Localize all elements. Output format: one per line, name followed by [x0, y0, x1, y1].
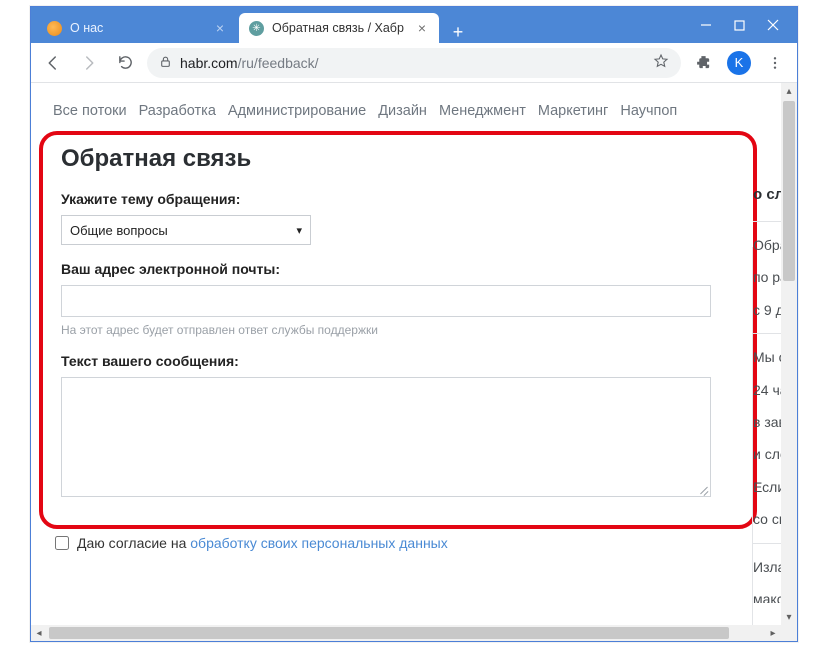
sidebar-line: с 9 д — [753, 299, 781, 321]
reload-button[interactable] — [111, 49, 139, 77]
url-box[interactable]: habr.com/ru/feedback/ — [147, 48, 681, 78]
scroll-corner — [781, 625, 797, 641]
nav-item[interactable]: Дизайн — [378, 103, 427, 119]
tab-label: О нас — [70, 21, 205, 35]
tab-label: Обратная связь / Хабр — [272, 21, 407, 35]
sidebar-line: макс — [753, 588, 781, 603]
sidebar-info: о сл Обра по ра с 9 д Мы о 24 ча в зав и… — [753, 183, 781, 603]
sidebar-line: 24 ча — [753, 379, 781, 401]
subject-select[interactable]: Общие вопросы ▾ — [61, 215, 311, 245]
horizontal-scrollbar[interactable]: ◂ ▸ — [31, 625, 781, 641]
extensions-button[interactable] — [689, 49, 717, 77]
tab-feedback[interactable]: ✳ Обратная связь / Хабр × — [239, 13, 439, 43]
email-label: Ваш адрес электронной почты: — [61, 261, 735, 277]
sidebar-line: Мы о — [753, 346, 781, 368]
nav-item[interactable]: Администрирование — [228, 103, 366, 119]
sidebar-line: со сп — [753, 508, 781, 530]
sidebar-line: в зав — [753, 411, 781, 433]
new-tab-button[interactable]: + — [445, 22, 471, 43]
consent-prefix: Даю согласие на — [77, 535, 190, 551]
sidebar-line: Изла — [753, 556, 781, 578]
forward-button[interactable] — [75, 49, 103, 77]
site-nav: Все потоки Разработка Администрирование … — [31, 83, 781, 131]
close-tab-icon[interactable]: × — [415, 21, 429, 35]
favicon-icon — [47, 21, 62, 36]
scroll-right-icon[interactable]: ▸ — [765, 625, 781, 641]
nav-item[interactable]: Разработка — [139, 103, 216, 119]
subject-label: Укажите тему обращения: — [61, 191, 735, 207]
close-window-button[interactable] — [767, 19, 779, 31]
bookmark-star-icon[interactable] — [653, 53, 669, 72]
scroll-left-icon[interactable]: ◂ — [31, 625, 47, 641]
vertical-scrollbar[interactable]: ▴ ▾ — [781, 83, 797, 625]
favicon-icon: ✳ — [249, 21, 264, 36]
page-title: Обратная связь — [61, 145, 735, 173]
page-content: Все потоки Разработка Администрирование … — [31, 83, 781, 625]
email-input[interactable] — [61, 285, 711, 317]
resize-handle-icon[interactable] — [698, 484, 708, 494]
lock-icon — [159, 55, 172, 71]
close-tab-icon[interactable]: × — [213, 21, 227, 35]
nav-item[interactable]: Менеджмент — [439, 103, 526, 119]
back-button[interactable] — [39, 49, 67, 77]
email-group: Ваш адрес электронной почты: На этот адр… — [61, 261, 735, 337]
sidebar-heading: о сл — [753, 183, 781, 207]
scroll-up-icon[interactable]: ▴ — [781, 83, 797, 99]
profile-button[interactable]: K — [725, 49, 753, 77]
browser-window: О нас × ✳ Обратная связь / Хабр × + — [30, 6, 798, 642]
scroll-thumb[interactable] — [49, 627, 729, 639]
browser-menu-button[interactable] — [761, 49, 789, 77]
message-textarea[interactable] — [61, 377, 711, 497]
subject-selected-value: Общие вопросы — [70, 223, 168, 238]
sidebar-line: Обра — [753, 234, 781, 256]
avatar: K — [727, 51, 751, 75]
url-domain: habr.com — [180, 55, 238, 71]
consent-row: Даю согласие на обработку своих персонал… — [31, 529, 781, 551]
message-label: Текст вашего сообщения: — [61, 353, 735, 369]
nav-item[interactable]: Научпоп — [620, 103, 677, 119]
url-path: /ru/feedback/ — [238, 55, 319, 71]
window-controls — [690, 7, 797, 43]
maximize-button[interactable] — [734, 20, 745, 31]
consent-text: Даю согласие на обработку своих персонал… — [77, 535, 448, 551]
address-bar: habr.com/ru/feedback/ K — [31, 43, 797, 83]
scroll-down-icon[interactable]: ▾ — [781, 609, 797, 625]
message-group: Текст вашего сообщения: — [61, 353, 735, 497]
tab-about[interactable]: О нас × — [37, 13, 237, 43]
chevron-down-icon: ▾ — [296, 224, 302, 237]
consent-link[interactable]: обработку своих персональных данных — [190, 535, 447, 551]
consent-checkbox[interactable] — [55, 536, 69, 550]
scroll-thumb[interactable] — [783, 101, 795, 281]
minimize-button[interactable] — [700, 19, 712, 31]
subject-group: Укажите тему обращения: Общие вопросы ▾ — [61, 191, 735, 245]
nav-item[interactable]: Все потоки — [53, 103, 127, 119]
tab-strip: О нас × ✳ Обратная связь / Хабр × + — [31, 7, 690, 43]
sidebar-line: по ра — [753, 266, 781, 288]
feedback-form-highlight: Обратная связь Укажите тему обращения: О… — [39, 131, 757, 529]
sidebar-line: и сло — [753, 443, 781, 465]
email-hint: На этот адрес будет отправлен ответ служ… — [61, 323, 735, 337]
sidebar-line: Если — [753, 476, 781, 498]
nav-item[interactable]: Маркетинг — [538, 103, 609, 119]
titlebar: О нас × ✳ Обратная связь / Хабр × + — [31, 7, 797, 43]
viewport: Все потоки Разработка Администрирование … — [31, 83, 797, 641]
